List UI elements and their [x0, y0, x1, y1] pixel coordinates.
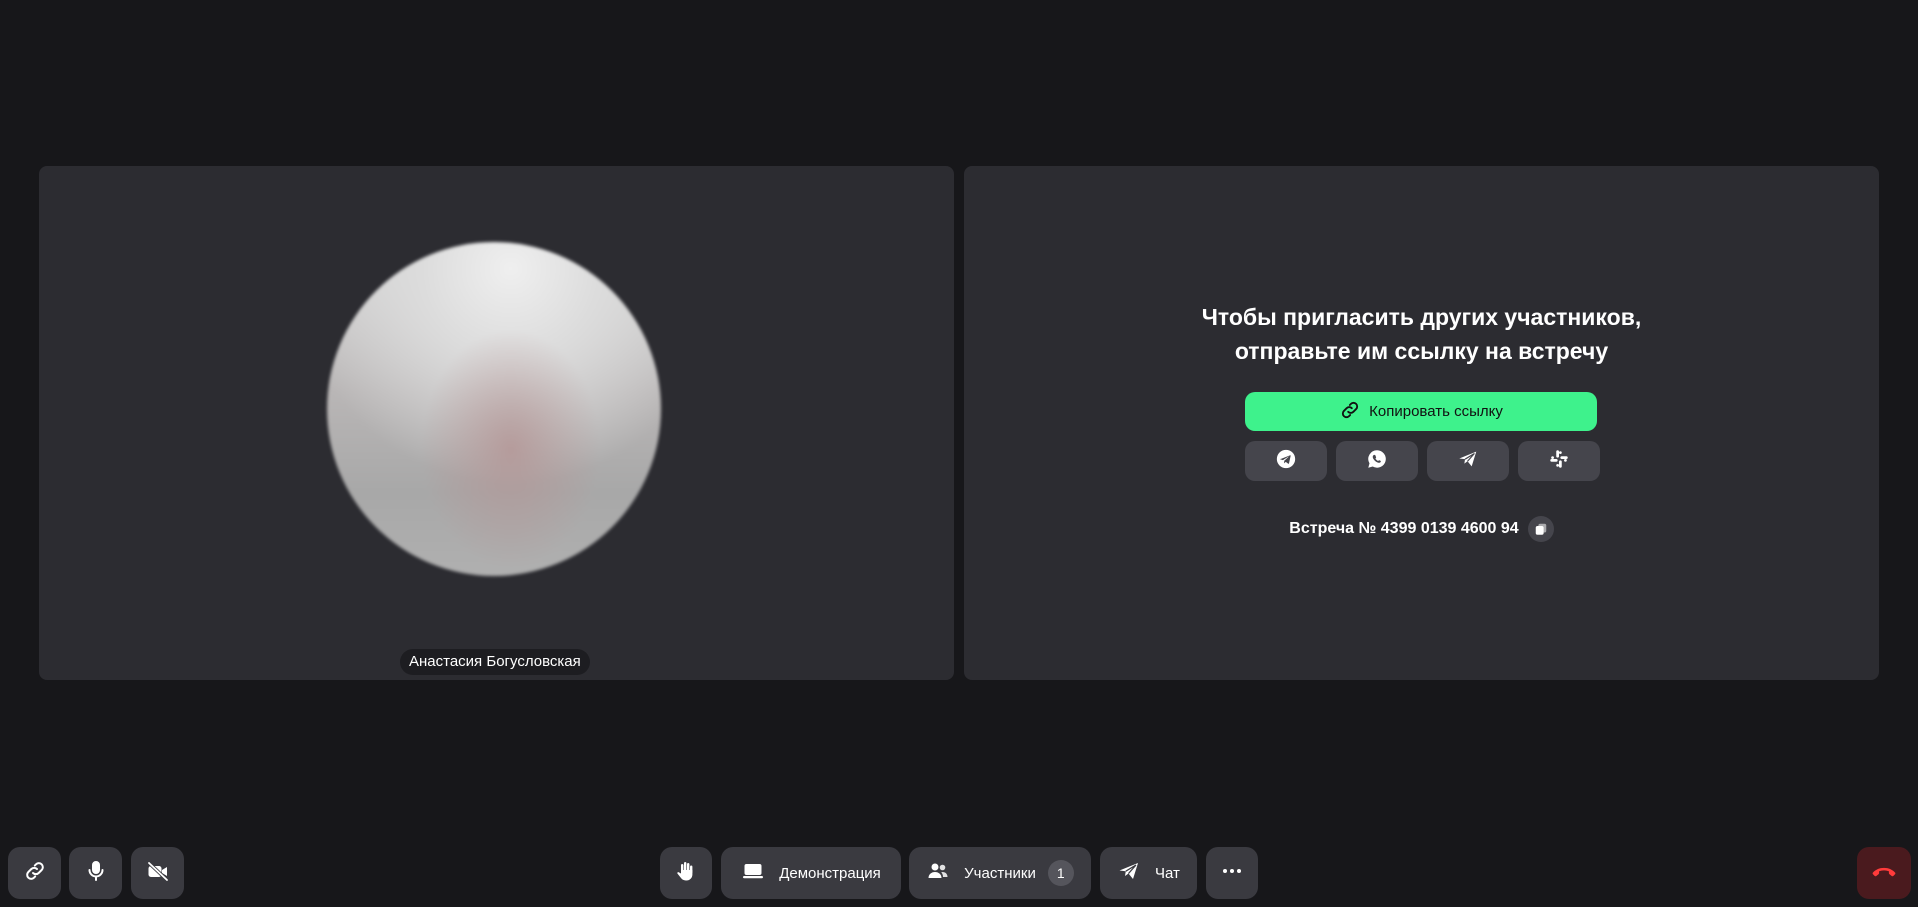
share-whatsapp-button[interactable] [1336, 441, 1418, 481]
chat-label: Чат [1155, 864, 1180, 882]
link-icon [23, 859, 47, 887]
invite-message: Чтобы пригласить других участников, отпр… [964, 300, 1879, 368]
meeting-id: Встреча № 4399 0139 4600 94 [964, 516, 1879, 542]
share-slack-button[interactable] [1518, 441, 1600, 481]
copy-meeting-id-button[interactable] [1527, 516, 1554, 542]
participants-icon [926, 859, 950, 887]
screen-share-button[interactable]: Демонстрация [721, 847, 901, 899]
chat-button[interactable]: Чат [1100, 847, 1197, 899]
telegram-icon [1275, 448, 1297, 475]
send-icon [1117, 859, 1141, 887]
invite-link-button[interactable] [8, 847, 61, 899]
share-telegram-button[interactable] [1245, 441, 1327, 481]
raise-hand-button[interactable] [660, 847, 712, 899]
more-dots-icon [1220, 859, 1244, 887]
hand-icon [674, 859, 698, 887]
participant-avatar [327, 242, 661, 576]
participants-button[interactable]: Участники 1 [909, 847, 1091, 899]
share-buttons [1245, 441, 1600, 481]
copy-icon [1535, 523, 1546, 535]
share-send-button[interactable] [1427, 441, 1509, 481]
slack-icon [1548, 448, 1570, 475]
more-options-button[interactable] [1206, 847, 1258, 899]
participant-name: Анастасия Богусловская [400, 649, 590, 675]
hang-up-icon [1870, 857, 1898, 890]
whatsapp-icon [1366, 448, 1388, 475]
meeting-id-text: Встреча № 4399 0139 4600 94 [1289, 520, 1519, 537]
invite-line-1: Чтобы пригласить других участников, [1201, 304, 1642, 330]
microphone-button[interactable] [69, 847, 122, 899]
participants-label: Участники [964, 864, 1036, 882]
camera-off-icon [146, 859, 170, 887]
copy-link-label: Копировать ссылку [1369, 403, 1503, 420]
screen-share-icon [741, 859, 765, 887]
screen-share-label: Демонстрация [779, 864, 881, 882]
link-icon [1339, 399, 1361, 425]
invite-line-2: отправьте им ссылку на встречу [1234, 338, 1609, 364]
participant-tile[interactable]: Анастасия Богусловская [39, 166, 954, 680]
end-call-button[interactable] [1857, 847, 1911, 899]
copy-link-button[interactable]: Копировать ссылку [1245, 392, 1597, 431]
meeting-screen: Анастасия Богусловская Чтобы пригласить … [0, 0, 1918, 907]
microphone-icon [84, 859, 108, 887]
invite-panel: Чтобы пригласить других участников, отпр… [964, 166, 1879, 680]
send-icon [1457, 448, 1479, 475]
camera-button[interactable] [131, 847, 184, 899]
participants-count-badge: 1 [1047, 860, 1074, 886]
